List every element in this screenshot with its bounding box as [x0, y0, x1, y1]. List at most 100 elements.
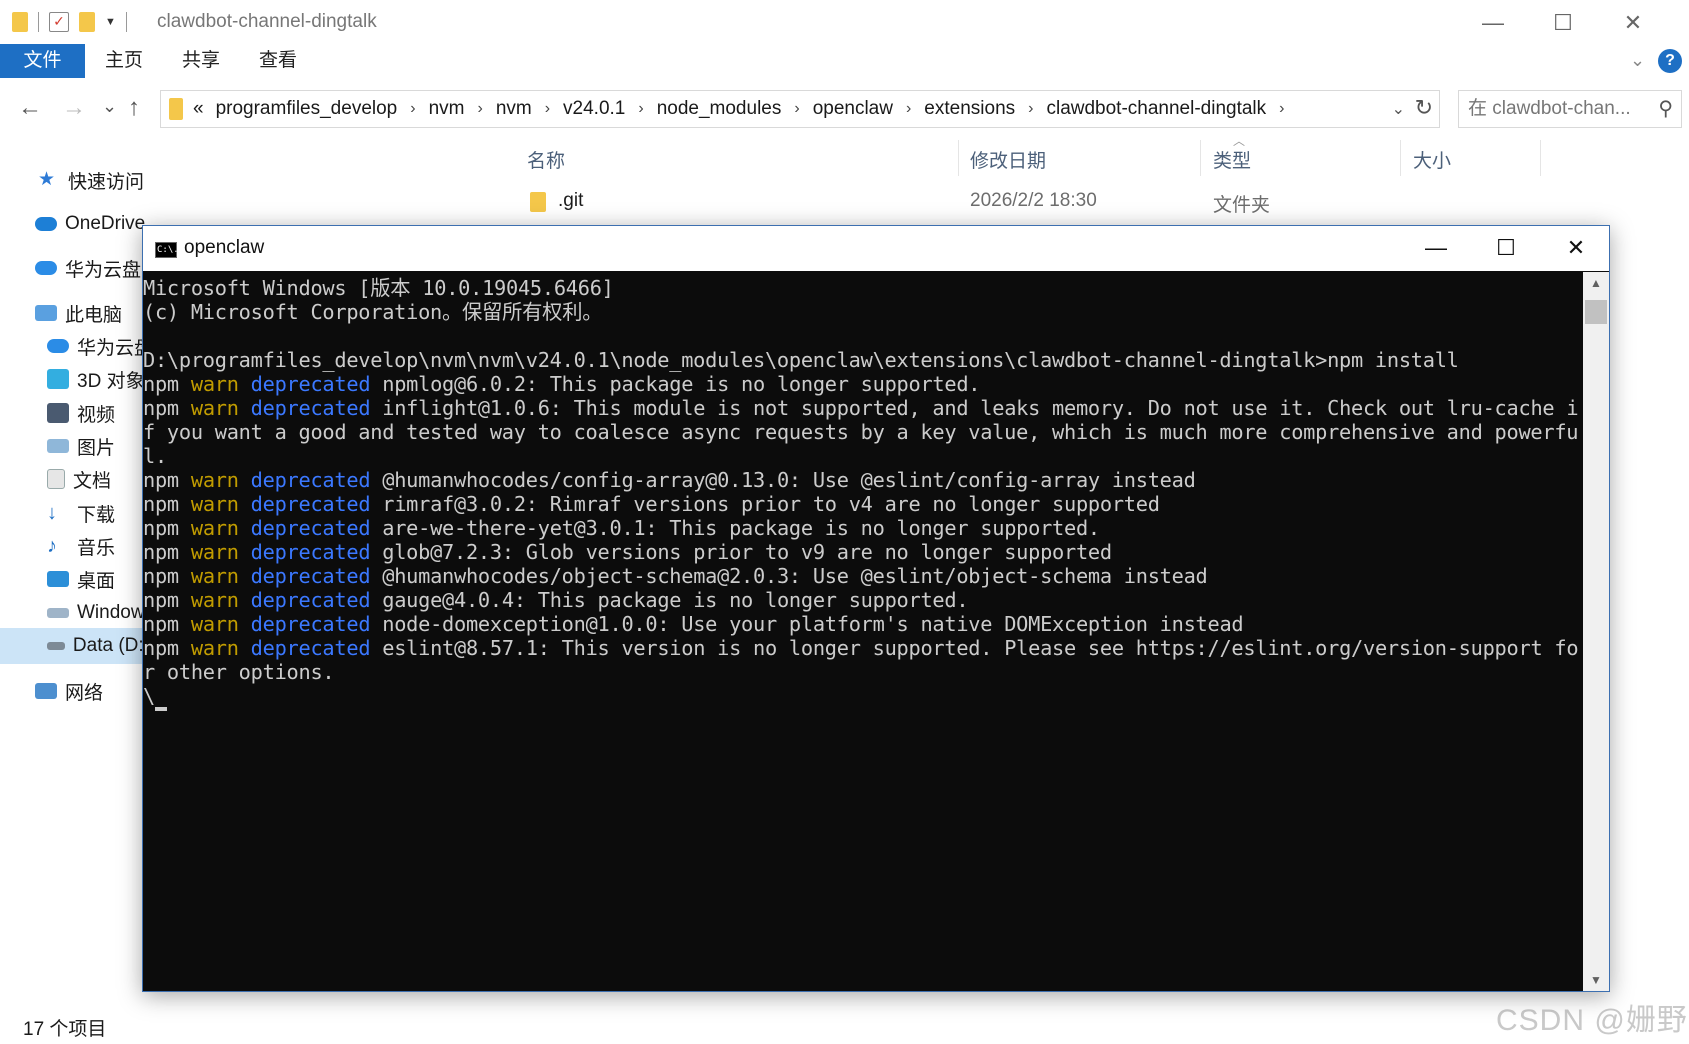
- sidebar-item-huawei-cloud[interactable]: 华为云盘: [35, 250, 141, 286]
- up-button[interactable]: ↑: [128, 94, 140, 122]
- file-row[interactable]: .git 2026/2/2 18:30 文件夹: [500, 186, 1689, 218]
- scroll-up-icon[interactable]: ▲: [1583, 276, 1609, 290]
- npm-label: npm: [143, 588, 179, 612]
- sidebar-item-3d-objects[interactable]: 3D 对象: [47, 361, 145, 397]
- chevron-right-icon[interactable]: ›: [638, 100, 643, 118]
- sidebar-item-onedrive[interactable]: OneDrive: [35, 206, 145, 242]
- console-window[interactable]: C:\. openclaw — ☐ ✕ Microsoft Windows [版…: [142, 225, 1610, 992]
- console-output[interactable]: Microsoft Windows [版本 10.0.19045.6466] (…: [143, 272, 1583, 991]
- column-header-name[interactable]: 名称: [527, 146, 565, 173]
- back-button[interactable]: ←: [18, 94, 42, 122]
- sidebar-item-network[interactable]: 网络: [35, 673, 103, 709]
- column-divider[interactable]: [1400, 140, 1401, 176]
- deprecated-label: deprecated: [250, 516, 371, 540]
- file-date: 2026/2/2 18:30: [970, 190, 1097, 211]
- sidebar-item-videos[interactable]: 视频: [47, 395, 115, 431]
- forward-button[interactable]: →: [62, 94, 86, 122]
- sidebar-item-data-drive[interactable]: Data (D:): [0, 628, 150, 664]
- column-divider[interactable]: [1540, 140, 1541, 176]
- close-button[interactable]: ✕: [1598, 4, 1668, 42]
- window-title: clawdbot-channel-dingtalk: [157, 11, 377, 32]
- warn-label: warn: [190, 372, 239, 396]
- sidebar-item-pictures[interactable]: 图片: [47, 428, 115, 464]
- folder-icon: [169, 98, 183, 120]
- search-icon[interactable]: ⚲: [1658, 91, 1673, 127]
- chevron-right-icon[interactable]: ›: [794, 100, 799, 118]
- column-header-type[interactable]: 类型: [1213, 146, 1251, 173]
- desktop-icon: [47, 571, 69, 587]
- chevron-right-icon[interactable]: ›: [1028, 100, 1033, 118]
- console-minimize-button[interactable]: —: [1401, 228, 1471, 268]
- search-input[interactable]: 在 clawdbot-chan... ⚲: [1458, 90, 1682, 128]
- help-icon[interactable]: ?: [1658, 49, 1682, 73]
- sidebar-item-label: 下载: [77, 504, 116, 526]
- properties-icon[interactable]: ✓: [49, 12, 69, 32]
- console-warning-line: npm warn deprecated npmlog@6.0.2: This p…: [143, 372, 1583, 396]
- chevron-right-icon[interactable]: ›: [545, 100, 550, 118]
- recent-locations-button[interactable]: ⌄: [102, 96, 117, 117]
- watermark: CSDN @姗野: [1496, 1004, 1688, 1037]
- minimize-button[interactable]: —: [1458, 4, 1528, 42]
- sidebar-item-quick-access[interactable]: ★ 快速访问: [38, 162, 144, 198]
- npm-label: npm: [143, 372, 179, 396]
- picture-icon: [47, 439, 69, 453]
- sidebar-item-this-pc[interactable]: 此电脑: [35, 295, 122, 331]
- file-type: 文件夹: [1213, 195, 1271, 216]
- sidebar-item-label: 网络: [65, 682, 104, 704]
- column-divider[interactable]: [958, 140, 959, 176]
- sidebar-item-windows-drive[interactable]: Windows: [47, 595, 154, 631]
- warning-text: gauge@4.0.4: This package is no longer s…: [382, 588, 969, 612]
- chevron-right-icon[interactable]: ›: [477, 100, 482, 118]
- star-icon: ★: [38, 169, 56, 190]
- address-bar[interactable]: « programfiles_develop › nvm › nvm › v24.0.…: [160, 90, 1440, 128]
- console-warning-line: npm warn deprecated inflight@1.0.6: This…: [143, 396, 1583, 420]
- column-header-size[interactable]: 大小: [1413, 146, 1451, 173]
- customize-toolbar-icon[interactable]: ▼: [105, 16, 116, 28]
- chevron-right-icon[interactable]: ›: [1279, 100, 1284, 118]
- breadcrumb-item[interactable]: v24.0.1: [563, 98, 625, 120]
- breadcrumb-overflow[interactable]: «: [193, 98, 204, 120]
- sidebar-item-music[interactable]: ♪ 音乐: [47, 528, 115, 564]
- chevron-right-icon[interactable]: ›: [410, 100, 415, 118]
- column-divider[interactable]: [1200, 140, 1201, 176]
- sidebar-item-downloads[interactable]: ↓ 下载: [47, 495, 115, 531]
- scrollbar-thumb[interactable]: [1585, 300, 1607, 324]
- sidebar-item-huawei-cloud-drive[interactable]: 华为云盘: [47, 328, 153, 364]
- address-history-dropdown[interactable]: ⌄: [1392, 99, 1405, 119]
- console-scrollbar[interactable]: ▲ ▼: [1583, 272, 1609, 991]
- console-warning-line: npm warn deprecated are-we-there-yet@3.0…: [143, 516, 1583, 540]
- breadcrumb-item[interactable]: nvm: [496, 98, 532, 120]
- refresh-icon[interactable]: ↻: [1415, 95, 1433, 121]
- status-bar: 17 个项目: [0, 1008, 1689, 1044]
- breadcrumb-item[interactable]: nvm: [429, 98, 465, 120]
- sidebar-item-label: 此电脑: [65, 304, 123, 326]
- breadcrumb-item[interactable]: openclaw: [813, 98, 893, 120]
- new-folder-icon[interactable]: [79, 12, 95, 32]
- film-icon: [47, 403, 69, 423]
- breadcrumb-item[interactable]: clawdbot-channel-dingtalk: [1046, 98, 1266, 120]
- console-titlebar[interactable]: C:\. openclaw — ☐ ✕: [143, 226, 1609, 271]
- expand-ribbon-icon[interactable]: ⌄: [1630, 50, 1645, 71]
- console-warning-line: npm warn deprecated @humanwhocodes/objec…: [143, 564, 1583, 588]
- breadcrumb-item[interactable]: programfiles_develop: [216, 98, 398, 120]
- column-header-date[interactable]: 修改日期: [970, 146, 1046, 173]
- sidebar-item-documents[interactable]: 文档: [47, 461, 111, 497]
- sidebar-item-desktop[interactable]: 桌面: [47, 561, 115, 597]
- npm-label: npm: [143, 516, 179, 540]
- console-close-button[interactable]: ✕: [1541, 228, 1611, 268]
- tab-home[interactable]: 主页: [105, 44, 143, 78]
- maximize-button[interactable]: ☐: [1528, 4, 1598, 42]
- chevron-right-icon[interactable]: ›: [906, 100, 911, 118]
- npm-label: npm: [143, 636, 179, 660]
- breadcrumb-item[interactable]: node_modules: [657, 98, 782, 120]
- breadcrumb-item[interactable]: extensions: [924, 98, 1015, 120]
- tab-view[interactable]: 查看: [259, 44, 297, 78]
- tab-share[interactable]: 共享: [182, 44, 220, 78]
- console-maximize-button[interactable]: ☐: [1471, 228, 1541, 268]
- drive-icon: [47, 642, 65, 650]
- tab-file[interactable]: 文件: [0, 44, 85, 78]
- scroll-down-icon[interactable]: ▼: [1583, 973, 1609, 987]
- console-command-line: D:\programfiles_develop\nvm\nvm\v24.0.1\…: [143, 348, 1459, 372]
- folder-icon: [530, 192, 546, 212]
